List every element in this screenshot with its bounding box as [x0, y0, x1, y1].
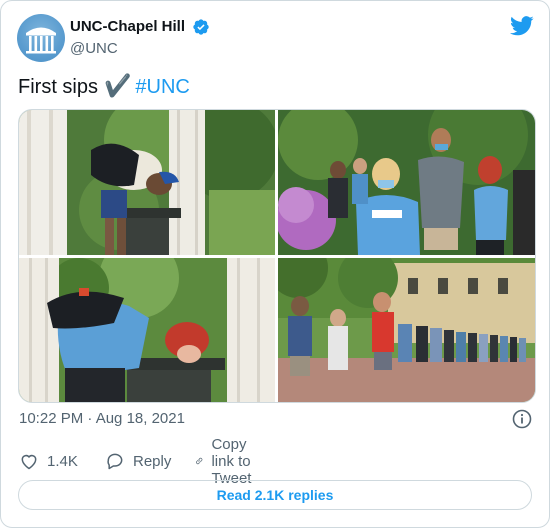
- media-grid: [18, 109, 536, 403]
- avatar[interactable]: [17, 14, 65, 62]
- tweet-text: First sips ✔️ #UNC: [18, 74, 190, 99]
- copy-link-label: Copy link to Tweet: [211, 435, 252, 487]
- author-handle[interactable]: @UNC: [70, 40, 118, 57]
- verified-badge-icon: [193, 19, 209, 35]
- like-button[interactable]: 1.4K: [19, 450, 78, 472]
- photo-student-red-hair-drinking[interactable]: [19, 258, 275, 402]
- old-well-icon: [26, 27, 56, 54]
- heart-icon: [21, 454, 37, 470]
- copy-link-button[interactable]: Copy link to Tweet: [195, 436, 263, 487]
- hashtag-link[interactable]: #UNC: [135, 76, 189, 98]
- reply-bubble-icon: [107, 453, 123, 470]
- author-name[interactable]: UNC-Chapel Hill: [70, 18, 185, 35]
- tweet-body: First sips: [18, 76, 98, 98]
- reply-label: Reply: [133, 452, 172, 470]
- link-icon: [196, 457, 203, 465]
- photo-students-in-line-masks[interactable]: [278, 110, 535, 255]
- twitter-bird-icon[interactable]: [510, 16, 534, 36]
- tweet-card: UNC-Chapel Hill @UNC First sips ✔️#UNC: [0, 0, 550, 528]
- read-replies-button[interactable]: Read 2.1K replies: [18, 480, 532, 510]
- photo-student-drinking-fountain[interactable]: [19, 110, 275, 255]
- photo-long-line-of-students[interactable]: [278, 258, 535, 402]
- info-icon[interactable]: [512, 409, 532, 429]
- reply-button[interactable]: Reply: [105, 450, 171, 472]
- like-count: 1.4K: [47, 452, 78, 470]
- check-mark-icon: ✔️: [104, 73, 132, 98]
- tweet-timestamp[interactable]: 10:22 PM · Aug 18, 2021: [19, 410, 185, 427]
